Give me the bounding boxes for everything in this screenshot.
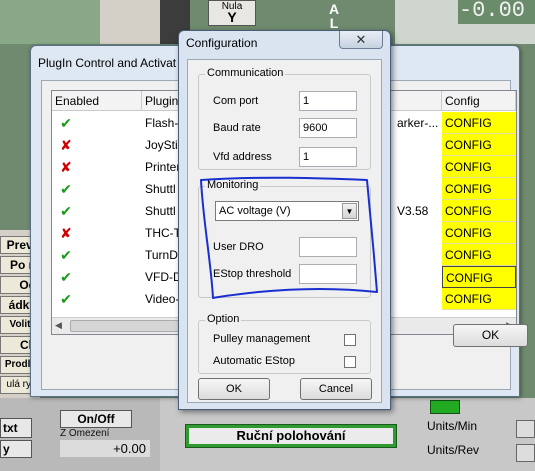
hand-drawn-circle xyxy=(200,176,378,299)
annotation-overlay xyxy=(200,176,378,299)
